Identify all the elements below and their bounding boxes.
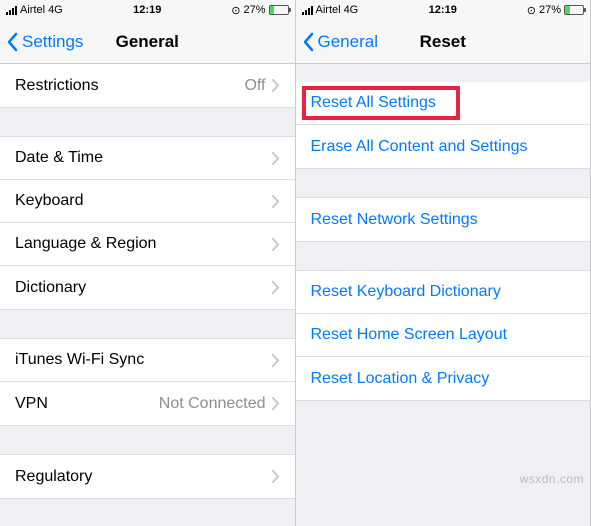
chevron-right-icon — [272, 354, 280, 367]
screen-general: Airtel 4G 12:19 ⊙ 27% Settings General R… — [0, 0, 296, 526]
nav-bar: Settings General — [0, 20, 295, 64]
row-reset-location-privacy[interactable]: Reset Location & Privacy — [296, 357, 591, 400]
row-reset-network[interactable]: Reset Network Settings — [296, 198, 591, 241]
alarm-icon: ⊙ — [527, 4, 536, 17]
status-bar: Airtel 4G 12:19 ⊙ 27% — [296, 0, 591, 20]
back-button[interactable]: General — [302, 32, 378, 52]
battery-pct: 27% — [243, 4, 265, 16]
row-keyboard[interactable]: Keyboard — [0, 180, 295, 223]
content-general: Restrictions Off Date & Time Keyboard La… — [0, 64, 295, 526]
row-label: Dictionary — [15, 279, 272, 297]
battery-icon — [564, 5, 584, 15]
row-label: Reset All Settings — [311, 94, 576, 112]
row-label: Reset Home Screen Layout — [311, 326, 576, 344]
signal-icon — [302, 6, 313, 15]
row-value: Not Connected — [159, 395, 266, 413]
page-title: General — [116, 32, 179, 52]
back-label: General — [318, 32, 378, 52]
row-label: Erase All Content and Settings — [311, 138, 576, 156]
chevron-right-icon — [272, 152, 280, 165]
alarm-icon: ⊙ — [231, 4, 240, 17]
row-reset-all-settings[interactable]: Reset All Settings — [296, 82, 591, 125]
chevron-right-icon — [272, 397, 280, 410]
chevron-right-icon — [272, 470, 280, 483]
row-label: Restrictions — [15, 77, 244, 95]
row-label: Date & Time — [15, 149, 272, 167]
content-reset: Reset All Settings Erase All Content and… — [296, 64, 591, 526]
row-regulatory[interactable]: Regulatory — [0, 455, 295, 498]
page-title: Reset — [420, 32, 466, 52]
row-restrictions[interactable]: Restrictions Off — [0, 64, 295, 107]
row-language-region[interactable]: Language & Region — [0, 223, 295, 266]
row-itunes-wifi[interactable]: iTunes Wi-Fi Sync — [0, 339, 295, 382]
battery-pct: 27% — [539, 4, 561, 16]
row-label: Reset Keyboard Dictionary — [311, 283, 576, 301]
row-reset-keyboard-dictionary[interactable]: Reset Keyboard Dictionary — [296, 271, 591, 314]
status-bar: Airtel 4G 12:19 ⊙ 27% — [0, 0, 295, 20]
row-label: VPN — [15, 395, 159, 413]
carrier-label: Airtel — [316, 4, 341, 16]
row-label: Language & Region — [15, 235, 272, 253]
back-button[interactable]: Settings — [6, 32, 83, 52]
network-label: 4G — [344, 4, 359, 16]
row-dictionary[interactable]: Dictionary — [0, 266, 295, 309]
chevron-right-icon — [272, 238, 280, 251]
row-label: iTunes Wi-Fi Sync — [15, 351, 272, 369]
chevron-right-icon — [272, 281, 280, 294]
row-label: Reset Network Settings — [311, 211, 576, 229]
row-vpn[interactable]: VPN Not Connected — [0, 382, 295, 425]
screen-reset: Airtel 4G 12:19 ⊙ 27% General Reset Rese… — [296, 0, 591, 526]
nav-bar: General Reset — [296, 20, 591, 64]
row-label: Reset Location & Privacy — [311, 370, 576, 388]
row-label: Keyboard — [15, 192, 272, 210]
row-value: Off — [244, 77, 265, 95]
row-label: Regulatory — [15, 468, 272, 486]
signal-icon — [6, 6, 17, 15]
row-reset-home-screen[interactable]: Reset Home Screen Layout — [296, 314, 591, 357]
network-label: 4G — [48, 4, 63, 16]
row-erase-all[interactable]: Erase All Content and Settings — [296, 125, 591, 168]
battery-icon — [269, 5, 289, 15]
chevron-right-icon — [272, 195, 280, 208]
chevron-left-icon — [6, 32, 18, 52]
carrier-label: Airtel — [20, 4, 45, 16]
chevron-right-icon — [272, 79, 280, 92]
row-date-time[interactable]: Date & Time — [0, 137, 295, 180]
back-label: Settings — [22, 32, 83, 52]
chevron-left-icon — [302, 32, 314, 52]
